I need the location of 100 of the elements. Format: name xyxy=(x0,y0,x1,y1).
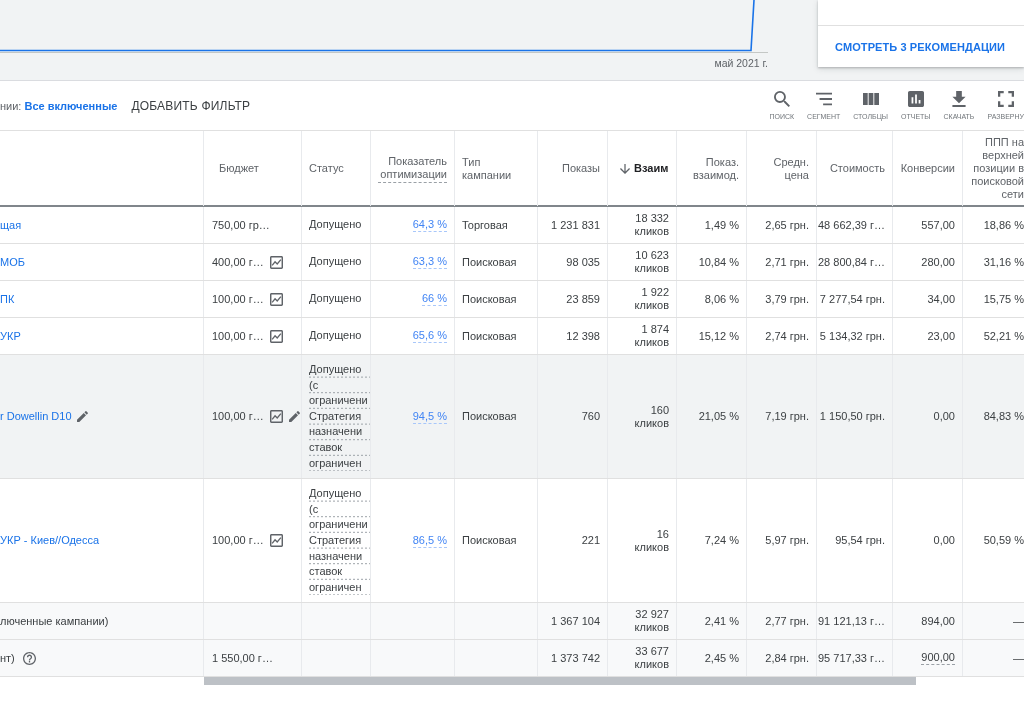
column-header[interactable]: Взаим xyxy=(608,131,677,206)
bar-chart-icon[interactable] xyxy=(907,91,924,107)
optimization-score-link[interactable]: 64,3 % xyxy=(412,218,447,232)
avg-cost-value: 3,79 грн. xyxy=(765,292,809,306)
interaction-rate-value: 2,41 % xyxy=(704,614,739,628)
top-impression-rate-value: 84,83 % xyxy=(983,410,1024,424)
conversions-value: 23,00 xyxy=(927,329,955,343)
search-icon[interactable] xyxy=(773,91,790,107)
avg-cost-value: 7,19 грн. xyxy=(765,410,809,424)
status-text: Допущено xyxy=(309,218,362,231)
avg-cost-value: 5,97 грн. xyxy=(765,534,809,548)
campaign-type: Торговая xyxy=(462,218,508,232)
impressions-value: 12 398 xyxy=(566,329,600,343)
add-filter-button[interactable]: ДОБАВИТЬ ФИЛЬТР xyxy=(131,94,251,117)
conversions-value: 900,00 xyxy=(921,651,955,666)
recommendations-link[interactable]: СМОТРЕТЬ 3 РЕКОМЕНДАЦИИ xyxy=(818,26,1024,67)
conversions-value: 894,00 xyxy=(921,614,955,628)
status-text: Допущено xyxy=(309,292,362,305)
interactions-value: 10 623 кликов xyxy=(633,249,669,275)
status-text: Допущено xyxy=(309,255,362,268)
line-chart-icon[interactable] xyxy=(269,534,283,548)
interaction-rate-value: 10,84 % xyxy=(698,255,739,269)
cost-value: 48 662,39 г… xyxy=(818,218,885,232)
campaign-type: Поисковая xyxy=(462,410,517,424)
pencil-icon[interactable] xyxy=(288,411,300,423)
fullscreen-icon[interactable] xyxy=(997,91,1014,107)
interactions-value: 16 кликов xyxy=(633,527,669,554)
impressions-value: 1 367 104 xyxy=(551,614,600,628)
campaign-type: Поисковая xyxy=(462,329,517,343)
interaction-rate-value: 7,24 % xyxy=(704,534,739,548)
campaign-type: Поисковая xyxy=(462,534,517,548)
help-icon[interactable] xyxy=(22,651,36,665)
avg-cost-value: 2,77 грн. xyxy=(765,614,809,628)
avg-cost-value: 2,65 грн. xyxy=(765,218,809,232)
impressions-value: 98 035 xyxy=(566,255,600,269)
column-header[interactable]: Тип кампании xyxy=(455,131,538,206)
impressions-value: 1 231 831 xyxy=(551,218,600,232)
column-header[interactable]: Показы xyxy=(538,131,608,206)
campaign-name-link[interactable]: щая xyxy=(0,218,22,232)
campaign-name-link[interactable]: ПК xyxy=(0,292,15,306)
impressions-value: 23 859 xyxy=(566,292,600,306)
optimization-score-link[interactable]: 86,5 % xyxy=(412,533,447,548)
budget-value: 100,00 г… xyxy=(212,292,264,306)
horizontal-scrollbar[interactable] xyxy=(204,677,916,686)
download-icon[interactable] xyxy=(951,91,967,107)
cost-value: 95 717,33 г… xyxy=(818,651,885,665)
campaign-name-link[interactable]: r Dowellin D10 xyxy=(0,410,72,424)
conversions-value: 0,00 xyxy=(933,534,955,548)
interaction-rate-value: 8,06 % xyxy=(704,292,739,306)
interactions-value: 18 332 кликов xyxy=(633,212,669,238)
interaction-rate-value: 1,49 % xyxy=(704,218,739,232)
budget-value: 1 550,00 г… xyxy=(212,651,273,665)
impressions-value: 1 373 742 xyxy=(551,651,600,665)
cost-value: 28 800,84 г… xyxy=(818,255,885,269)
top-impression-rate-value: 50,59 % xyxy=(983,534,1024,548)
top-impression-rate-value: 18,86 % xyxy=(983,218,1024,232)
optimization-score-link[interactable]: 66 % xyxy=(421,292,447,306)
top-impression-rate-value: — xyxy=(1013,614,1024,628)
status-text: Допущено (с ограничени xyxy=(309,486,370,533)
campaign-name-link[interactable]: УКР xyxy=(0,329,21,343)
campaign-name-link[interactable]: УКР - Киев//Одесса xyxy=(0,534,100,548)
budget-value: 400,00 г… xyxy=(212,255,264,269)
impressions-value: 221 xyxy=(581,534,600,548)
line-chart-icon[interactable] xyxy=(269,255,283,269)
optimization-score-link[interactable]: 63,3 % xyxy=(412,255,447,269)
line-chart-icon[interactable] xyxy=(269,292,283,306)
status-text: Допущено (с ограничени xyxy=(309,362,370,409)
interactions-value: 32 927 кликов xyxy=(633,608,669,635)
budget-value: 100,00 г… xyxy=(212,410,264,424)
budget-value: 750,00 гр… xyxy=(212,218,270,232)
axis-label: май 2021 г. xyxy=(714,57,768,69)
line-chart-icon[interactable] xyxy=(269,410,283,424)
columns-icon[interactable] xyxy=(862,91,879,107)
pencil-icon[interactable] xyxy=(76,411,88,423)
interactions-value: 160 кликов xyxy=(633,403,669,430)
top-impression-rate-value: 31,16 % xyxy=(983,255,1024,269)
filter-chip[interactable]: нии: Все включенные xyxy=(0,99,118,112)
column-header[interactable]: Средн. цена xyxy=(747,131,817,206)
column-header[interactable]: Статус xyxy=(302,131,371,206)
avg-cost-value: 2,84 грн. xyxy=(765,651,809,665)
line-chart-icon[interactable] xyxy=(269,329,283,343)
avg-cost-value: 2,74 грн. xyxy=(765,329,809,343)
column-header[interactable]: Стоимость xyxy=(817,131,893,206)
optimization-score-link[interactable]: 94,5 % xyxy=(412,409,447,424)
optimization-score-link[interactable]: 65,6 % xyxy=(412,329,447,343)
top-impression-rate-value: 15,75 % xyxy=(983,292,1024,306)
column-header[interactable]: ППП на верхней позиции в поисковой сети xyxy=(963,131,1024,206)
lines-icon[interactable] xyxy=(815,91,832,107)
column-header[interactable]: Показатель оптимизации xyxy=(371,131,455,206)
top-impression-rate-value: — xyxy=(1013,651,1024,665)
cost-value: 1 150,50 грн. xyxy=(819,410,885,424)
interaction-rate-value: 21,05 % xyxy=(698,410,739,424)
column-header[interactable]: Показ. взаимод. xyxy=(677,131,747,206)
cost-value: 91 121,13 г… xyxy=(818,614,885,628)
column-header[interactable]: Конверсии xyxy=(893,131,963,206)
campaign-name-link[interactable]: МОБ xyxy=(0,255,25,269)
cost-value: 95,54 грн. xyxy=(835,534,885,548)
arrow-down-icon xyxy=(620,163,630,174)
column-header[interactable]: Бюджет xyxy=(204,131,302,206)
cost-value: 5 134,32 грн. xyxy=(819,329,885,343)
